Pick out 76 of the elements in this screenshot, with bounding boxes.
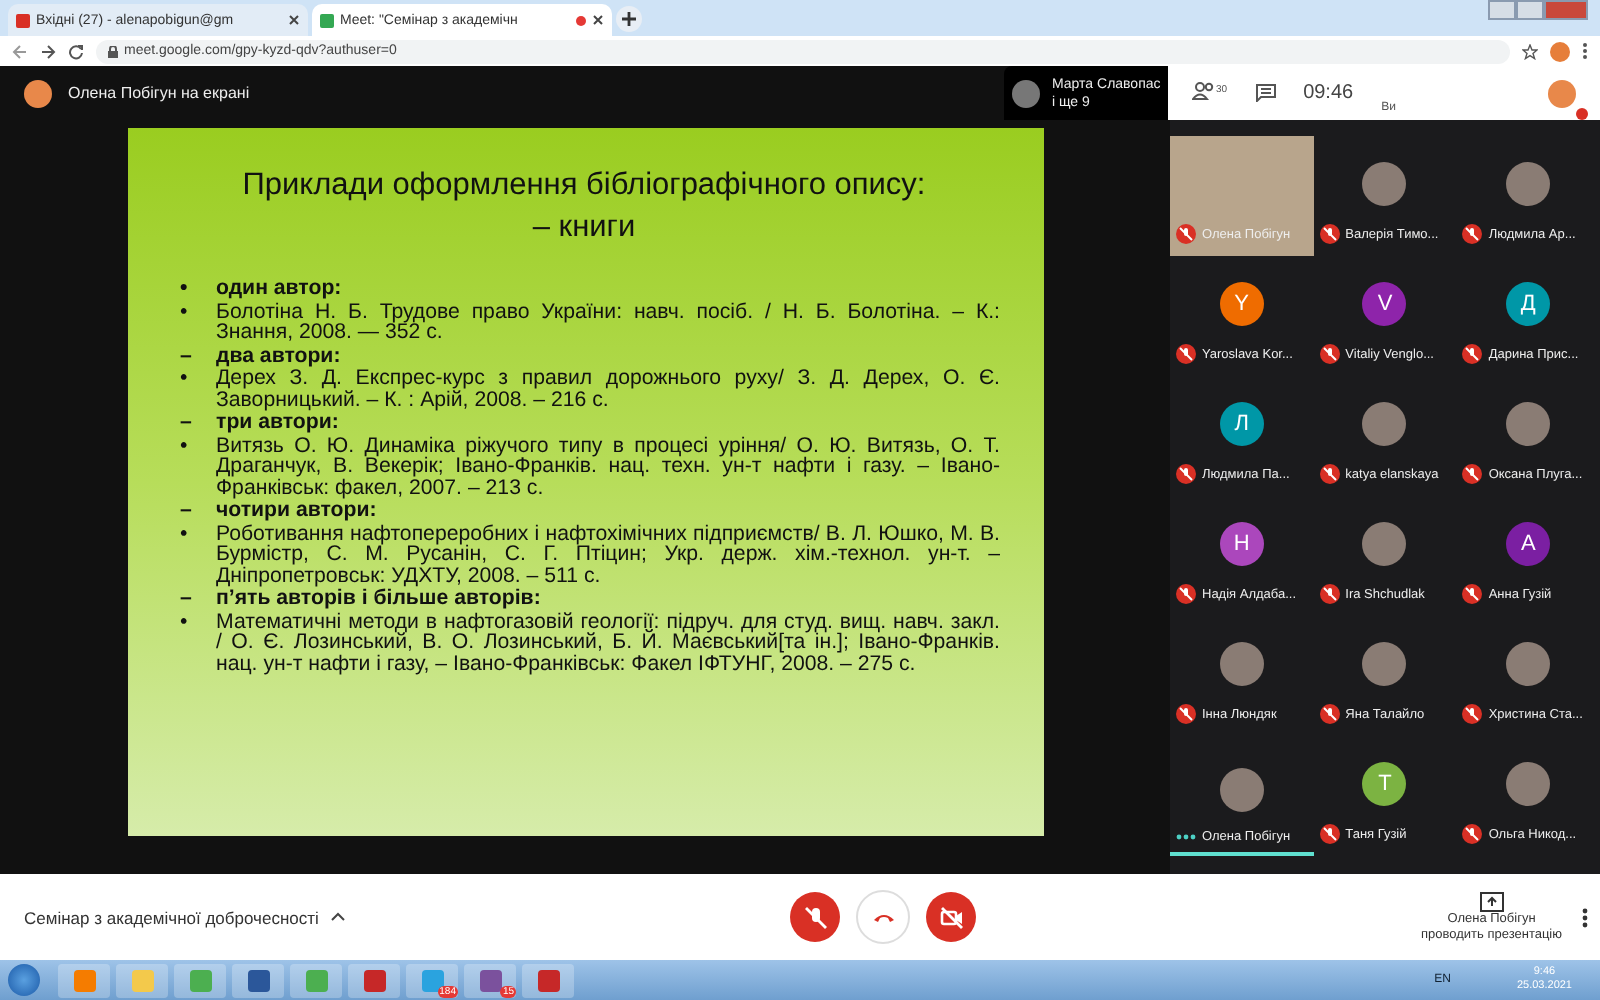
- letter-avatar: Y: [1219, 282, 1264, 326]
- present-screen-icon: [1479, 891, 1504, 911]
- avatar-circle: [1362, 642, 1407, 686]
- presenter-avatar: [24, 79, 52, 107]
- slide-heading: п’ять авторів і більше авторів:: [216, 588, 541, 609]
- forward-arrow-icon[interactable]: [40, 43, 56, 59]
- avatar-circle: [1219, 642, 1264, 686]
- people-icon: [1192, 82, 1216, 100]
- slide-title: Приклади оформлення бібліографічного опису:: [240, 168, 928, 204]
- camera-off-icon: [937, 903, 966, 931]
- microphone-off-button[interactable]: [790, 892, 841, 942]
- letter-avatar: А: [1506, 522, 1551, 566]
- slide-subtitle: – книги: [530, 210, 638, 246]
- avatar-circle: [1506, 162, 1551, 206]
- bullet-marker: •: [178, 435, 190, 461]
- letter-avatar: Л: [1219, 402, 1264, 446]
- slide-heading: два автори:: [216, 345, 341, 366]
- letter-avatar: Д: [1506, 282, 1551, 326]
- avatar-circle: [1362, 402, 1407, 446]
- bibliography-entry: Витязь О. Ю. Динаміка ріжучого типу в процесі уріння/ О. Ю. Витязь, О. Т. Драганчук, В. Векерік; Івано-Франків. нац. техн. ун-т нафти і газу. – Івано-Франківськ: факел, 2007. – 213 с.: [216, 435, 1000, 498]
- letter-avatar: Н: [1219, 522, 1264, 566]
- bullet-marker: •: [178, 611, 190, 637]
- star-icon[interactable]: [1522, 43, 1538, 59]
- bullet-marker: –: [178, 345, 194, 366]
- clock-label: 09:46: [1303, 82, 1354, 104]
- bullet-marker: •: [178, 523, 190, 549]
- bullet-marker: –: [178, 588, 194, 609]
- chat-icon[interactable]: [1255, 84, 1276, 102]
- avatar-circle: [1362, 162, 1407, 206]
- avatar-circle: [1506, 402, 1551, 446]
- close-icon[interactable]: [592, 14, 604, 26]
- presenter-label: Олена Побігун на екрані: [68, 84, 250, 102]
- bullet-marker: •: [178, 278, 190, 299]
- recording-dot-icon: [576, 15, 586, 25]
- bullet-marker: •: [178, 301, 190, 327]
- letter-avatar: V: [1362, 282, 1407, 326]
- new-tab-button[interactable]: [616, 6, 642, 32]
- camera-off-button[interactable]: [926, 892, 977, 942]
- self-avatar[interactable]: [1548, 79, 1576, 107]
- more-icon[interactable]: [1582, 42, 1588, 60]
- bibliography-entry: Болотіна Н. Б. Трудове право України: навч. посіб. / Н. Б. Болотіна. – К.: Знання, 2008. — 352 с.: [216, 301, 1000, 343]
- avatar-circle: [1219, 768, 1264, 812]
- slide-heading: три автори:: [216, 412, 339, 433]
- bullet-marker: –: [178, 412, 194, 433]
- bibliography-entry: Дерех З. Д. Експрес-курс з правил дорожнього руху/ З. Д. Дерех, О. Є. Заворницький. – К. : Арій, 2008. – 216 с.: [216, 368, 1000, 410]
- back-arrow-icon[interactable]: [12, 43, 28, 59]
- avatar-circle: [1506, 762, 1551, 806]
- profile-avatar[interactable]: [1550, 41, 1570, 61]
- active-underline: [1170, 852, 1314, 856]
- favicon-icon: [16, 13, 30, 27]
- window-controls-icon[interactable]: [1488, 0, 1588, 20]
- taskbar-app-button[interactable]: [522, 963, 574, 997]
- avatar-circle: [1506, 642, 1551, 686]
- close-icon[interactable]: [288, 14, 300, 26]
- video-placeholder: [1170, 136, 1314, 256]
- muted-badge-icon: [1576, 107, 1588, 119]
- meeting-title: Семінар з академічної доброчесності: [24, 907, 319, 927]
- bibliography-entry: Математичні методи в нафтогазовій геології: підруч. для студ. вищ. навч. закл. / О. Є. Лозинський, В. О. Лозинський, Б. Й. Маєвський[та ін.]; Івано-Франків. нац. ун-т нафти і газу, – Івано-Франківськ: Факел ІФТУНГ, 2008. – 275 с.: [216, 611, 1000, 674]
- bullet-marker: –: [178, 500, 194, 521]
- start-button[interactable]: [8, 964, 40, 996]
- participant-avatar: [1012, 79, 1040, 107]
- more-options-icon[interactable]: [1582, 907, 1589, 927]
- bibliography-entry: Роботивання нафтопереробних і нафтохімічних підприємств/ В. Л. Юшко, М. В. Бурмістр, С. М. Русанін, С. Г. Птіцин; Укр. держ. хім.-технол. ун-т. – Дніпропетровськ: УДХТУ, 2008. – 511 с.: [216, 523, 1000, 586]
- caret-icon[interactable]: [330, 912, 347, 922]
- slide-heading: один автор:: [216, 278, 342, 299]
- microphone-off-icon: [801, 903, 830, 931]
- lock-icon: [108, 45, 118, 57]
- avatar-circle: [1362, 522, 1407, 566]
- taskbar-app-button[interactable]: [348, 963, 400, 997]
- letter-avatar: Т: [1362, 762, 1407, 806]
- people-button[interactable]: 30: [1192, 82, 1228, 104]
- bullet-marker: •: [178, 368, 190, 394]
- reload-icon[interactable]: [68, 43, 84, 59]
- slide-heading: чотири автори:: [216, 500, 377, 521]
- taskbar-app-button[interactable]: [232, 963, 284, 997]
- favicon-icon: [320, 13, 334, 27]
